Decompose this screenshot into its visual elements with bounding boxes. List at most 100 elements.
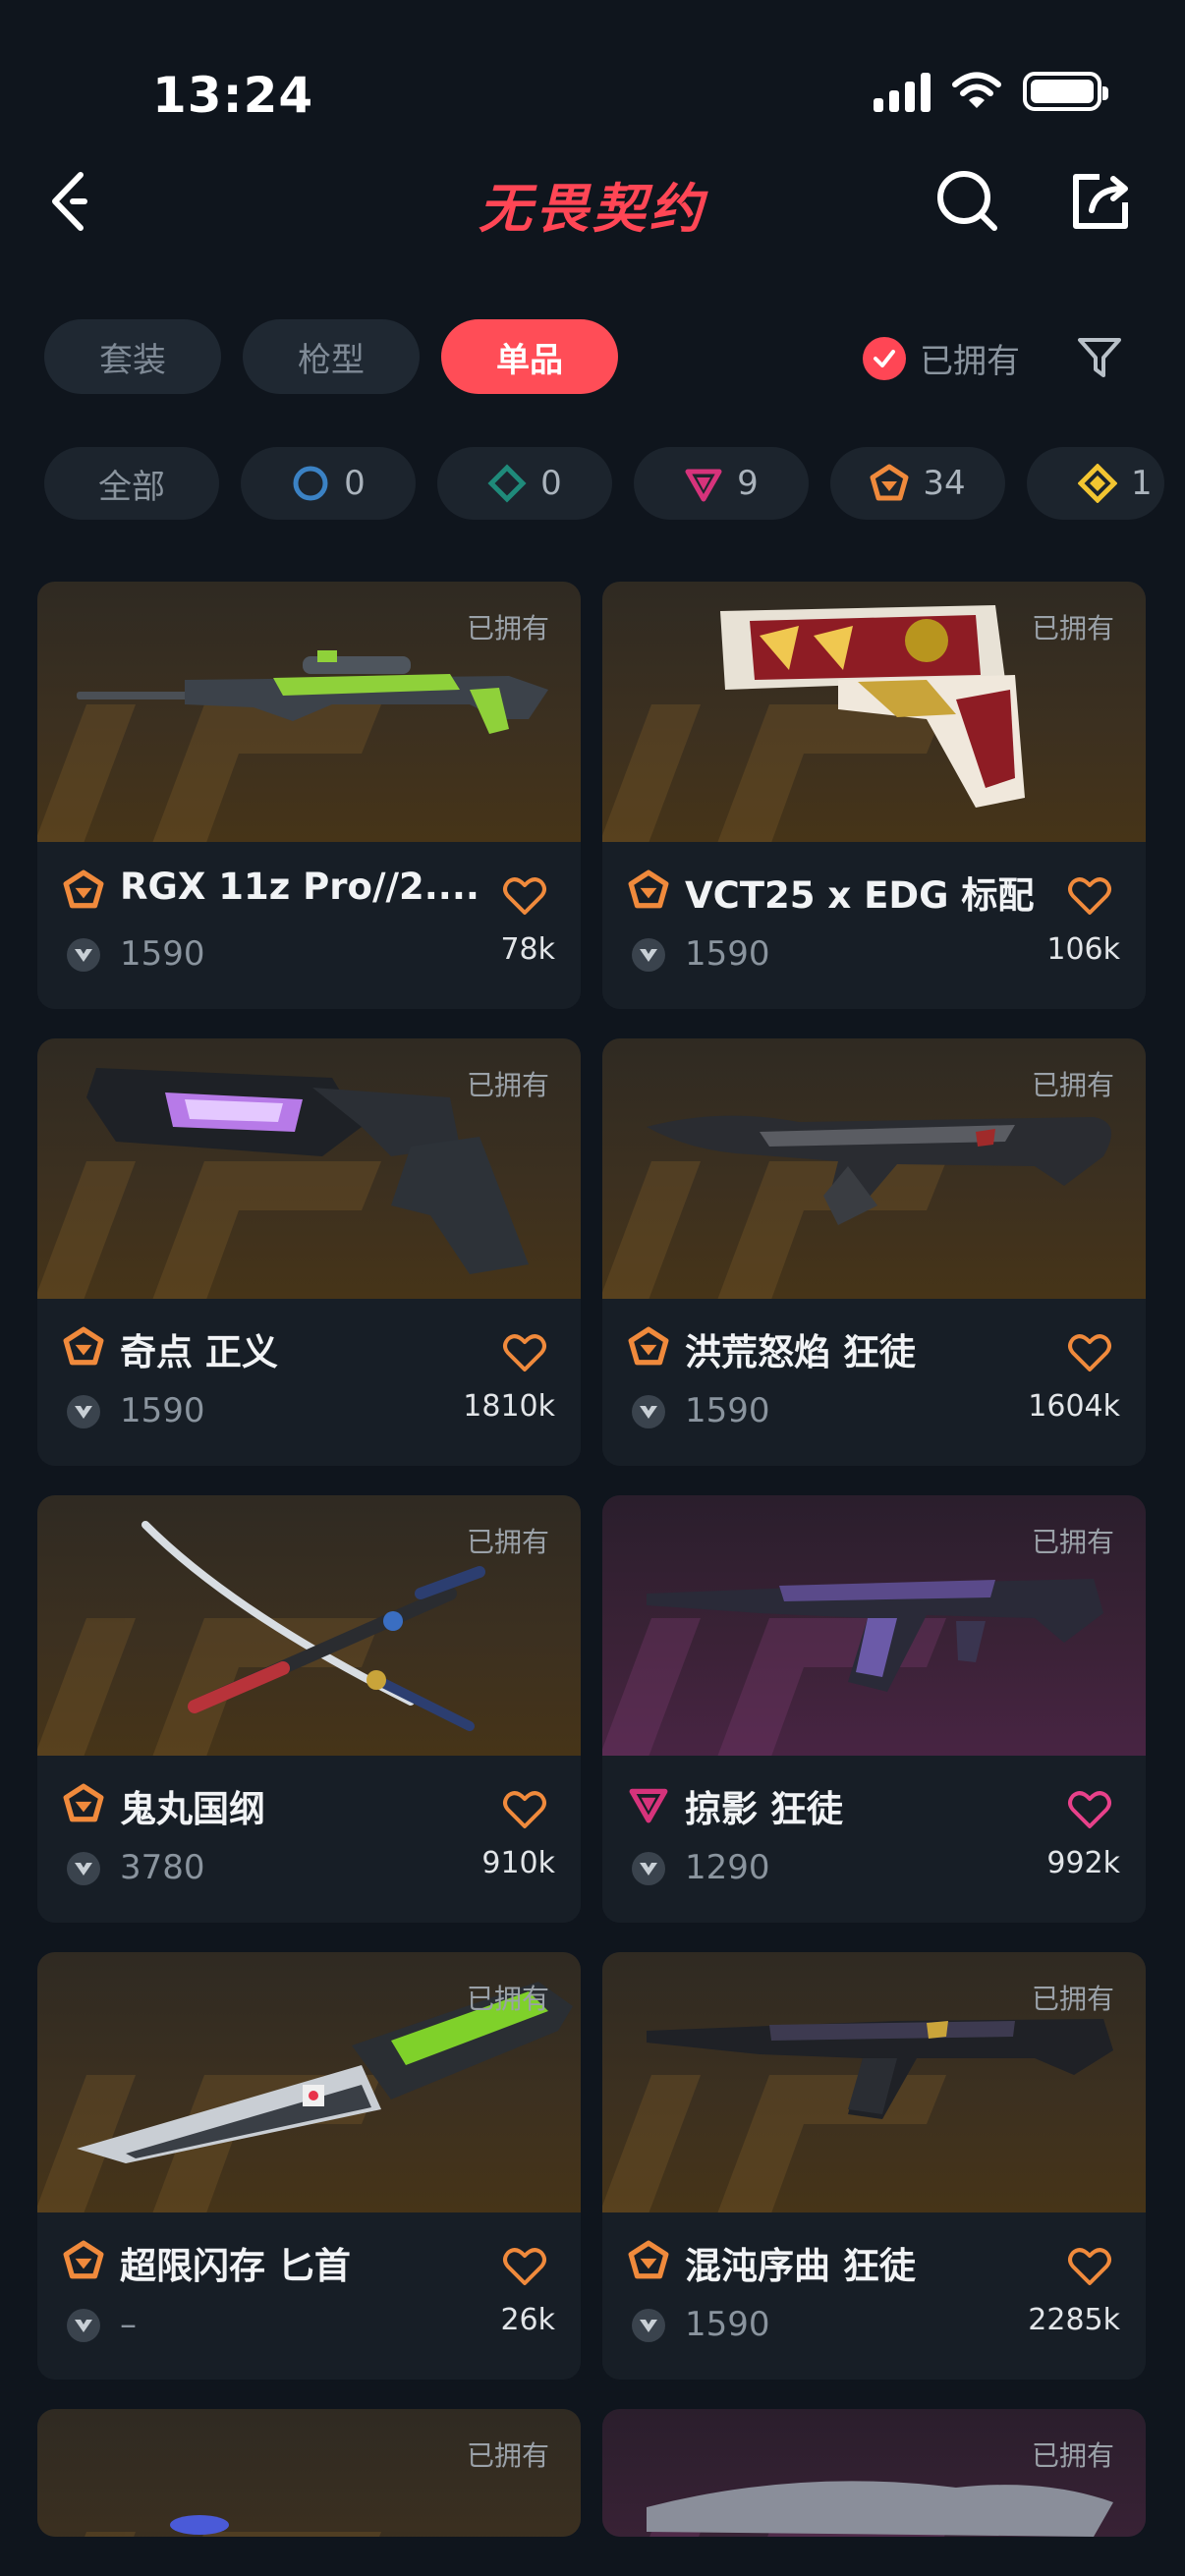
tab-weapon-types[interactable]: 枪型 xyxy=(243,319,420,394)
heart-icon[interactable] xyxy=(1067,1332,1112,1373)
heart-icon[interactable] xyxy=(502,1332,547,1373)
skin-image: 已拥有 xyxy=(37,2409,581,2537)
tier-chip-all[interactable]: 全部 xyxy=(44,447,219,520)
heart-icon[interactable] xyxy=(502,2246,547,2287)
owned-tag: 已拥有 xyxy=(1031,2439,1114,2472)
valorant-points-icon xyxy=(67,938,100,972)
like-count: 2285k xyxy=(1028,2303,1120,2337)
skin-image: 已拥有 xyxy=(602,1038,1146,1299)
cellular-signal-icon xyxy=(874,71,931,112)
valorant-points-icon xyxy=(67,2309,100,2342)
heart-icon[interactable] xyxy=(1067,2246,1112,2287)
status-time: 13:24 xyxy=(152,67,314,124)
tier-chip-count: 34 xyxy=(923,464,966,503)
tier-chip-select[interactable]: 0 xyxy=(241,447,416,520)
skin-price: 3780 xyxy=(120,1848,205,1887)
tab-bundles[interactable]: 套装 xyxy=(44,319,221,394)
like-count: 1604k xyxy=(1028,1389,1120,1424)
like-count: 26k xyxy=(500,2303,555,2337)
skin-image: 已拥有 xyxy=(602,1495,1146,1756)
owned-tag: 已拥有 xyxy=(466,1983,549,2015)
checkmark-icon xyxy=(863,336,906,380)
like-count: 992k xyxy=(1046,1846,1120,1880)
skin-card[interactable]: 已拥有 奇点 正义 1590 1810k xyxy=(37,1038,581,1466)
tier-chip-deluxe[interactable]: 0 xyxy=(437,447,612,520)
skin-card[interactable]: 已拥有 超限闪存 匕首 – 26k xyxy=(37,1952,581,2380)
skin-card[interactable]: 已拥有 混沌序曲 狂徒 1590 2285k xyxy=(602,1952,1146,2380)
tab-single-items[interactable]: 单品 xyxy=(441,319,618,394)
owned-filter-label: 已拥有 xyxy=(920,342,1020,381)
heart-icon[interactable] xyxy=(502,875,547,917)
skin-card[interactable]: 已拥有 掠影 狂徒 1290 992k xyxy=(602,1495,1146,1923)
skin-name: VCT25 x EDG 标配 xyxy=(685,874,1035,917)
owned-tag: 已拥有 xyxy=(466,1526,549,1558)
skin-image: 已拥有 xyxy=(37,582,581,842)
tier-chip-premium[interactable]: 9 xyxy=(634,447,809,520)
skin-card[interactable]: 已拥有 xyxy=(37,2409,581,2537)
like-count: 106k xyxy=(1046,932,1120,967)
skin-card[interactable]: 已拥有 VCT25 x EDG 标配 1590 106k xyxy=(602,582,1146,1009)
exclusive-tier-icon xyxy=(628,2240,669,2279)
skin-info: 掠影 狂徒 1290 992k xyxy=(602,1756,1146,1923)
owned-tag: 已拥有 xyxy=(466,1069,549,1101)
battery-icon xyxy=(1023,72,1108,111)
skin-price: 1590 xyxy=(685,934,770,974)
skin-image: 已拥有 xyxy=(37,1952,581,2212)
skin-info: 混沌序曲 狂徒 1590 2285k xyxy=(602,2212,1146,2380)
skin-price: 1590 xyxy=(120,934,205,974)
exclusive-tier-icon xyxy=(628,1326,669,1366)
tier-filter-chips: 全部 0 0 9 34 1 xyxy=(44,447,1164,520)
tier-chip-exclusive[interactable]: 34 xyxy=(830,447,1005,520)
valorant-points-icon xyxy=(632,2309,665,2342)
skin-name: 超限闪存 匕首 xyxy=(120,2245,351,2287)
skin-image: 已拥有 xyxy=(37,1495,581,1756)
page-title: 无畏契约 xyxy=(479,178,706,240)
select-tier-icon xyxy=(293,466,328,501)
skin-image: 已拥有 xyxy=(602,582,1146,842)
category-tabs: 套装 枪型 单品 xyxy=(44,319,618,394)
skin-price: 1590 xyxy=(120,1391,205,1430)
skin-price: 1590 xyxy=(685,2305,770,2344)
exclusive-tier-icon xyxy=(63,1783,104,1822)
tier-chip-label: 全部 xyxy=(98,467,165,507)
owned-tag: 已拥有 xyxy=(466,2439,549,2472)
skin-card[interactable]: 已拥有 RGX 11z Pro//2.... 1590 78k xyxy=(37,582,581,1009)
skin-image: 已拥有 xyxy=(602,2409,1146,2537)
search-icon[interactable] xyxy=(933,167,1002,236)
owned-tag: 已拥有 xyxy=(1031,1983,1114,2015)
tier-chip-ultra[interactable]: 1 xyxy=(1027,447,1164,520)
skin-name: 掠影 狂徒 xyxy=(685,1788,843,1830)
filter-funnel-icon[interactable] xyxy=(1076,334,1123,381)
valorant-points-icon xyxy=(67,1852,100,1885)
owned-tag: 已拥有 xyxy=(466,612,549,644)
skin-card[interactable]: 已拥有 鬼丸国纲 3780 910k xyxy=(37,1495,581,1923)
skin-card[interactable]: 已拥有 xyxy=(602,2409,1146,2537)
heart-icon[interactable] xyxy=(1067,1789,1112,1830)
valorant-points-icon xyxy=(632,1852,665,1885)
tier-chip-count: 0 xyxy=(540,464,562,503)
heart-icon[interactable] xyxy=(502,1789,547,1830)
exclusive-tier-icon xyxy=(63,2240,104,2279)
deluxe-tier-icon xyxy=(487,464,527,503)
skin-card[interactable]: 已拥有 洪荒怒焰 狂徒 1590 1604k xyxy=(602,1038,1146,1466)
like-count: 910k xyxy=(481,1846,555,1880)
skin-price: 1290 xyxy=(685,1848,770,1887)
valorant-points-icon xyxy=(632,938,665,972)
skin-info: RGX 11z Pro//2.... 1590 78k xyxy=(37,842,581,1009)
skin-name: 奇点 正义 xyxy=(120,1331,278,1373)
like-count: 78k xyxy=(500,932,555,967)
skin-info: 鬼丸国纲 3780 910k xyxy=(37,1756,581,1923)
owned-tag: 已拥有 xyxy=(1031,1069,1114,1101)
valorant-points-icon xyxy=(632,1395,665,1428)
skin-info: VCT25 x EDG 标配 1590 106k xyxy=(602,842,1146,1009)
status-bar: 13:24 xyxy=(0,0,1185,147)
heart-icon[interactable] xyxy=(1067,875,1112,917)
share-icon[interactable] xyxy=(1066,167,1135,236)
skin-price: – xyxy=(120,2305,137,2344)
nav-bar: 无畏契约 xyxy=(0,147,1185,255)
tier-chip-count: 1 xyxy=(1131,464,1153,503)
skin-info: 洪荒怒焰 狂徒 1590 1604k xyxy=(602,1299,1146,1466)
owned-tag: 已拥有 xyxy=(1031,612,1114,644)
tier-chip-count: 0 xyxy=(344,464,366,503)
owned-filter-toggle[interactable]: 已拥有 xyxy=(863,334,1020,382)
